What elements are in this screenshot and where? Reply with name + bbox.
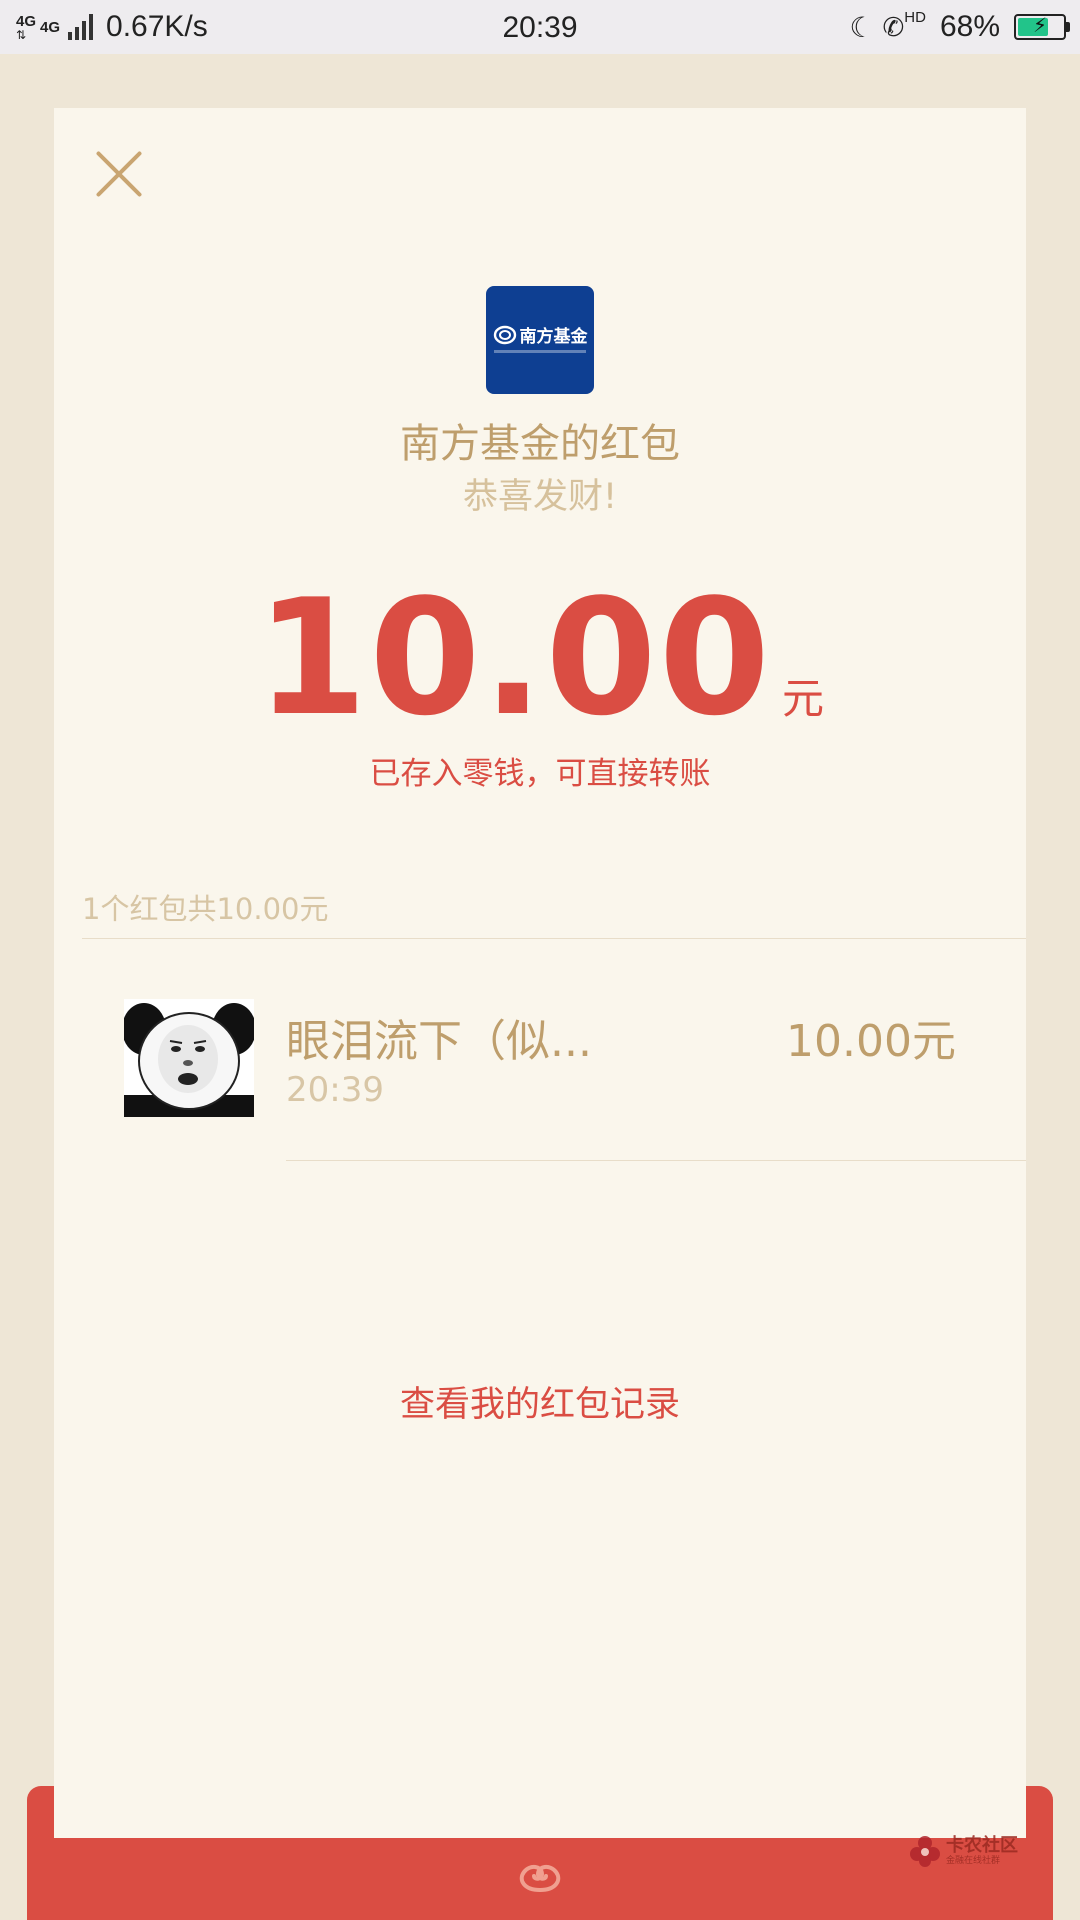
logo-subline [494, 350, 586, 353]
deposit-note[interactable]: 已存入零钱，可直接转账 [54, 748, 1026, 793]
divider [82, 938, 1026, 939]
receiver-amount: 10.00元 [786, 1016, 956, 1067]
zigzag-edge [54, 1826, 1026, 1838]
watermark-text: 卡农社区 金融在线社群 [946, 1834, 1018, 1867]
divider [286, 1160, 1026, 1161]
amount-row: 10.00 元 [54, 578, 1026, 738]
logo-text: 南方基金 [519, 327, 588, 347]
receiver-name: 眼泪流下（似... [286, 1016, 592, 1067]
battery-icon: ⚡ [1014, 14, 1070, 40]
receiver-time: 20:39 [286, 1070, 384, 1110]
logo-swirl-icon [493, 325, 516, 344]
red-packet-detail-card: 南方基金 南方基金的红包 恭喜发财! 10.00 元 已存入零钱，可直接转账 1… [54, 108, 1026, 1838]
packet-summary: 1个红包共10.00元 [82, 892, 329, 926]
moon-icon: ☾ [849, 11, 875, 43]
phone-icon: ✆ [882, 11, 905, 42]
flower-logo-icon [910, 1836, 940, 1867]
cloud-swirl-icon [519, 1865, 561, 1892]
status-right: ☾ ✆ HD 68% ⚡ [849, 0, 1070, 54]
close-icon[interactable] [92, 146, 148, 202]
status-bar: 4G ⇅ 4G 0.67K/s 20:39 ☾ ✆ HD 68% ⚡ [0, 0, 1080, 54]
view-records-link[interactable]: 查看我的红包记录 [54, 1376, 1026, 1427]
logo-content: 南方基金 [486, 322, 594, 347]
panda-avatar-icon [124, 999, 254, 1117]
watermark-subtitle: 金融在线社群 [946, 1855, 1001, 1866]
sender-logo: 南方基金 [486, 286, 594, 394]
amount-unit: 元 [782, 674, 825, 723]
avatar[interactable] [124, 999, 254, 1117]
amount-value: 10.00 [255, 564, 773, 751]
battery-percent: 68% [939, 10, 1000, 43]
charging-bolt-icon: ⚡ [1032, 15, 1048, 37]
watermark: 卡农社区 金融在线社群 [908, 1834, 1018, 1868]
wish-text: 恭喜发财! [462, 477, 618, 517]
sender-title: 南方基金的红包 [400, 421, 680, 467]
hd-label: HD [904, 8, 926, 26]
watermark-title: 卡农社区 [946, 1834, 1018, 1856]
